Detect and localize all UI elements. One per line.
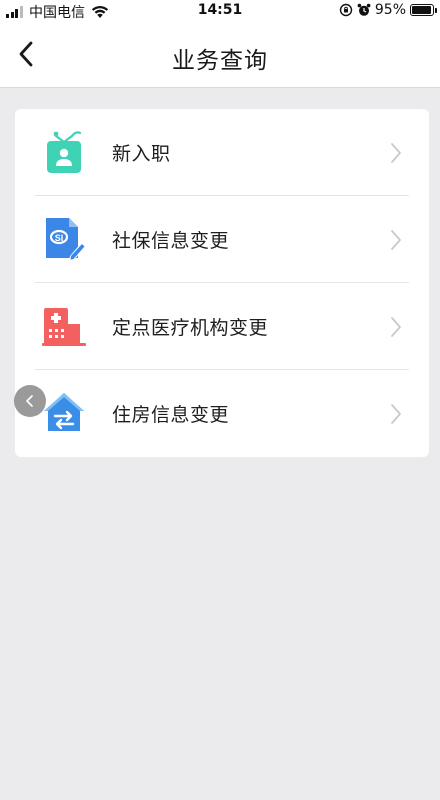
menu-item-medical-institution-change[interactable]: 定点医疗机构变更 bbox=[15, 283, 429, 370]
chevron-right-icon bbox=[389, 229, 403, 251]
status-right: 95% bbox=[339, 2, 437, 18]
menu-item-social-security-change[interactable]: SI 社保信息变更 bbox=[15, 196, 429, 283]
battery-level bbox=[412, 6, 431, 14]
document-edit-icon: SI bbox=[41, 215, 87, 261]
badge-icon bbox=[41, 128, 87, 174]
navigation-bar: 业务查询 bbox=[0, 22, 440, 88]
battery-icon bbox=[410, 4, 437, 16]
menu-item-new-employment[interactable]: 新入职 bbox=[15, 109, 429, 196]
menu-item-label: 新入职 bbox=[112, 143, 171, 165]
alarm-icon bbox=[357, 3, 371, 16]
menu-item-housing-change[interactable]: 住房信息变更 bbox=[15, 370, 429, 457]
house-exchange-icon bbox=[41, 389, 87, 435]
menu-item-label: 社保信息变更 bbox=[112, 230, 230, 252]
chevron-right-icon bbox=[389, 316, 403, 338]
hospital-icon bbox=[41, 303, 87, 349]
page-title: 业务查询 bbox=[172, 48, 268, 74]
battery-percent: 95% bbox=[374, 2, 406, 18]
chevron-right-icon bbox=[389, 142, 403, 164]
chevron-left-icon bbox=[26, 395, 33, 407]
status-bar: 中国电信 14:51 95% bbox=[0, 0, 440, 22]
floating-back-button[interactable] bbox=[14, 385, 46, 417]
chevron-right-icon bbox=[389, 403, 403, 425]
menu-item-label: 定点医疗机构变更 bbox=[112, 317, 269, 339]
orientation-lock-icon bbox=[339, 3, 353, 17]
menu-card: 新入职 SI 社保信息变更 定点医疗机构变更 住房信息变更 bbox=[15, 109, 429, 457]
menu-item-label: 住房信息变更 bbox=[112, 404, 230, 426]
svg-text:SI: SI bbox=[55, 233, 64, 243]
